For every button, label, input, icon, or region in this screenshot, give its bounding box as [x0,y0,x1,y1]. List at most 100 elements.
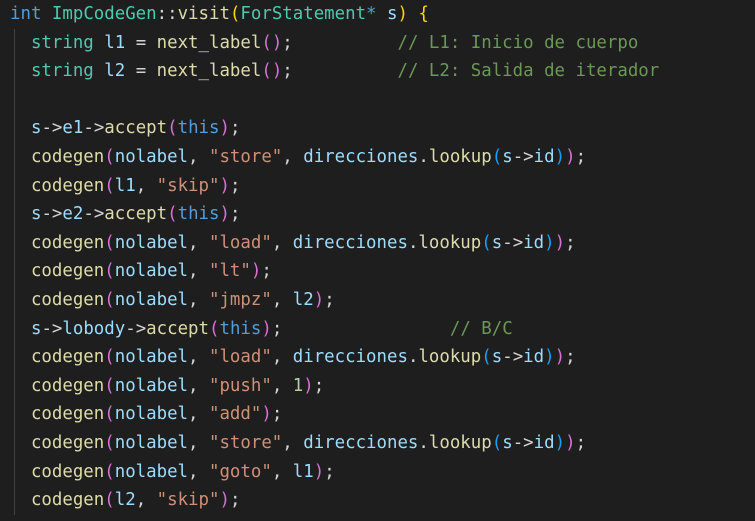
code-line[interactable]: codegen(nolabel, "lt"); [0,257,755,286]
code-token: l2 [114,490,136,511]
code-line[interactable]: codegen(l2, "skip"); [0,486,755,515]
code-line[interactable]: codegen(nolabel, "jmpz", l2); [0,285,755,315]
code-token: , [271,461,293,482]
code-token: ( [104,461,115,482]
code-token: s [502,432,513,453]
code-token: e1 [62,118,84,139]
code-token: , [271,347,293,368]
code-token: nolabel [114,261,189,282]
code-token: ) [544,347,555,368]
code-line[interactable]: s->e2->accept(this); [0,200,755,229]
code-token: "load" [208,347,272,368]
code-line[interactable]: s->e1->accept(this); [0,114,755,143]
code-line[interactable]: codegen(nolabel, "goto", l1); [0,457,755,487]
indent-guide [14,85,15,115]
code-token: id [523,347,545,368]
code-token: ; [229,175,241,196]
code-token: , [188,347,209,368]
code-token: ( [104,146,115,167]
code-token: "store" [208,146,283,167]
code-token: ; [271,404,283,425]
code-token: { [418,4,429,24]
code-token: s [502,146,513,167]
code-token: ImpCodeGen [51,4,157,24]
code-editor[interactable]: int ImpCodeGen::visit(ForStatement* s) {… [0,0,755,521]
code-token: s [491,232,503,253]
code-line[interactable]: string l2 = next_label(); // L2: Salida … [0,57,755,86]
code-token: ) [544,232,555,253]
code-token: id [533,432,555,453]
code-line[interactable]: codegen(nolabel, "push", 1); [0,371,755,401]
indent-guide [14,400,15,429]
code-token: "goto" [208,461,272,482]
code-token: ( [104,375,115,396]
code-token: lookup [428,432,492,453]
code-token: lookup [418,232,482,253]
code-line[interactable]: s->lobody->accept(this); // B/C [0,314,755,344]
indent-guide [14,371,15,401]
code-token: ( [104,232,115,253]
code-token: ) [313,289,325,310]
code-token: , [188,461,209,482]
code-token: this [177,118,220,139]
code-line[interactable]: codegen(nolabel, "load", direcciones.loo… [0,343,755,372]
code-token: , [188,261,209,282]
code-line[interactable]: codegen(l1, "skip"); [0,171,755,201]
code-token: , [271,375,293,396]
code-token: direcciones [292,232,408,253]
code-line[interactable]: codegen(nolabel, "store", direcciones.lo… [0,142,755,172]
code-token: ) [261,404,272,425]
code-token: ) [554,146,566,167]
code-token: , [188,375,209,396]
code-token: codegen [30,232,105,253]
code-token: codegen [30,404,105,425]
code-token: ) [554,232,566,253]
code-line[interactable]: codegen(nolabel, "add"); [0,400,755,429]
code-token: , [188,404,209,425]
code-token: -> [41,204,63,225]
code-token: , [188,432,209,453]
code-line[interactable]: string l1 = next_label(); // L1: Inicio … [0,28,755,58]
code-token: codegen [30,261,105,282]
code-token: this [177,204,220,225]
code-token: ; [282,32,293,53]
code-token: ) [554,347,566,368]
code-token: nolabel [114,461,189,482]
code-token: . [418,146,429,167]
code-token: ( [491,432,503,453]
indent-guide [14,486,15,515]
code-token: ( [481,232,492,253]
indent-guide [14,171,15,201]
code-line[interactable]: codegen(nolabel, "store", direcciones.lo… [0,428,755,458]
code-token: l1 [114,175,136,196]
code-token: ) [565,146,576,167]
code-token: ; [313,375,325,396]
code-token: l1 [104,32,126,53]
code-token: codegen [30,347,105,368]
code-line[interactable] [0,85,755,115]
code-token: ) [219,204,230,225]
code-line[interactable]: codegen(nolabel, "load", direcciones.loo… [0,228,755,258]
code-token: ( [481,347,492,368]
code-token: * [366,4,387,24]
code-token: ; [261,261,272,282]
code-token: , [135,490,157,511]
code-token: "load" [208,232,272,253]
code-token: :: [156,4,178,24]
code-token: , [188,146,209,167]
code-token: s [387,4,398,24]
code-token: -> [83,204,105,225]
code-token: -> [125,318,147,339]
code-token: l1 [292,461,314,482]
code-token: direcciones [292,347,408,368]
code-token: ) [261,318,272,339]
code-token: l2 [104,61,126,82]
code-token: ForStatement [240,4,367,24]
code-token: ; [271,318,283,339]
code-line[interactable]: int ImpCodeGen::visit(ForStatement* s) { [0,0,755,29]
code-token: , [282,432,304,453]
code-token: nolabel [114,432,189,453]
code-token: ( [104,490,115,511]
code-token: ) [219,175,230,196]
